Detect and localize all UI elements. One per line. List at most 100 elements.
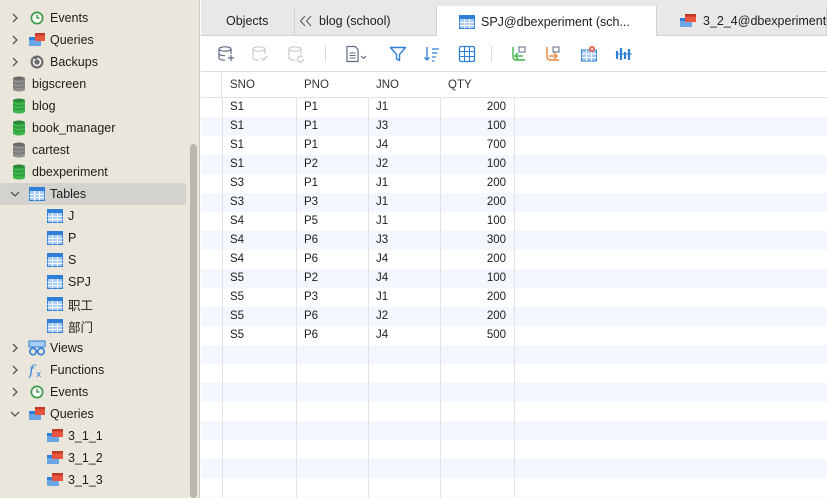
tree-item-events[interactable]: Events: [0, 381, 186, 403]
cell-jno[interactable]: J4: [368, 250, 440, 269]
cell-pno[interactable]: P6: [296, 250, 368, 269]
chart-button[interactable]: [613, 44, 635, 64]
cell-sno[interactable]: S1: [222, 136, 296, 155]
cell-pno[interactable]: P2: [296, 269, 368, 288]
tree-item-events[interactable]: Events: [0, 7, 186, 29]
cell-qty[interactable]: 200: [440, 288, 514, 307]
cell-qty[interactable]: 200: [440, 174, 514, 193]
tree-item--[interactable]: 部门: [0, 315, 186, 337]
tree-item-functions[interactable]: f x Functions: [0, 359, 186, 381]
data-generation-button[interactable]: [578, 44, 600, 64]
tree-item-tables[interactable]: Tables: [0, 183, 186, 205]
filter-button[interactable]: [387, 44, 409, 64]
begin-transaction-button[interactable]: [215, 44, 237, 64]
tree-item-p[interactable]: P: [0, 227, 186, 249]
cell-jno[interactable]: J1: [368, 174, 440, 193]
chevron-down-icon[interactable]: [10, 408, 20, 420]
cell-jno[interactable]: J2: [368, 307, 440, 326]
chevron-down-icon[interactable]: [10, 188, 20, 200]
cell-pno[interactable]: P6: [296, 326, 368, 345]
cell-jno[interactable]: J2: [368, 155, 440, 174]
chevron-right-icon[interactable]: [10, 364, 20, 376]
tree-item-blog[interactable]: blog: [0, 95, 186, 117]
chevron-right-icon[interactable]: [10, 34, 20, 46]
tree-item-cartest[interactable]: cartest: [0, 139, 186, 161]
cell-sno[interactable]: S1: [222, 155, 296, 174]
cell-sno[interactable]: S1: [222, 98, 296, 117]
cell-sno[interactable]: S3: [222, 174, 296, 193]
tree-item-views[interactable]: Views: [0, 337, 186, 359]
cell-qty[interactable]: 100: [440, 269, 514, 288]
cell-qty[interactable]: 100: [440, 155, 514, 174]
tree-item-dbexperiment[interactable]: dbexperiment: [0, 161, 186, 183]
cell-pno[interactable]: P1: [296, 174, 368, 193]
tree-item--[interactable]: 职工: [0, 293, 186, 315]
tree-item-queries[interactable]: Queries: [0, 29, 186, 51]
tree-item-spj[interactable]: SPJ: [0, 271, 186, 293]
cell-qty[interactable]: 100: [440, 117, 514, 136]
cell-sno[interactable]: S4: [222, 250, 296, 269]
tree-item-book_manager[interactable]: book_manager: [0, 117, 186, 139]
chevron-right-icon[interactable]: [10, 56, 20, 68]
cell-sno[interactable]: S5: [222, 288, 296, 307]
chevron-right-icon[interactable]: [10, 12, 20, 24]
cell-jno[interactable]: J4: [368, 136, 440, 155]
tab-query-3-2-4[interactable]: 3_2_4@dbexperiment: [657, 6, 827, 36]
cell-sno[interactable]: S5: [222, 307, 296, 326]
tree-item-3_1_1[interactable]: 3_1_1: [0, 425, 186, 447]
cell-sno[interactable]: S4: [222, 212, 296, 231]
cell-jno[interactable]: J1: [368, 212, 440, 231]
chevron-right-icon[interactable]: [10, 342, 20, 354]
cell-qty[interactable]: 200: [440, 98, 514, 117]
column-header-qty[interactable]: QTY: [440, 72, 514, 98]
sidebar-scroll-thumb[interactable]: [190, 144, 197, 498]
cell-jno[interactable]: J3: [368, 231, 440, 250]
text-view-button[interactable]: [343, 44, 369, 64]
tree-item-backups[interactable]: Backups: [0, 51, 186, 73]
cell-pno[interactable]: P1: [296, 117, 368, 136]
cell-jno[interactable]: J4: [368, 269, 440, 288]
cell-sno[interactable]: S1: [222, 117, 296, 136]
double-chevron-left-icon[interactable]: [299, 15, 313, 27]
column-header-pno[interactable]: PNO: [296, 72, 368, 98]
cell-qty[interactable]: 200: [440, 193, 514, 212]
cell-jno[interactable]: J3: [368, 117, 440, 136]
chevron-right-icon[interactable]: [10, 386, 20, 398]
cell-sno[interactable]: S5: [222, 326, 296, 345]
cell-qty[interactable]: 300: [440, 231, 514, 250]
cell-sno[interactable]: S4: [222, 231, 296, 250]
grid-view-button[interactable]: [456, 44, 478, 64]
tab-objects[interactable]: Objects: [201, 6, 295, 36]
tab-spj-table[interactable]: SPJ@dbexperiment (sch...: [437, 6, 657, 37]
cell-sno[interactable]: S5: [222, 269, 296, 288]
column-header-jno[interactable]: JNO: [368, 72, 440, 98]
cell-jno[interactable]: J4: [368, 326, 440, 345]
cell-qty[interactable]: 200: [440, 250, 514, 269]
row-selector-header[interactable]: [201, 72, 222, 98]
cell-sno[interactable]: S3: [222, 193, 296, 212]
cell-qty[interactable]: 200: [440, 307, 514, 326]
cell-qty[interactable]: 700: [440, 136, 514, 155]
tree-item-j[interactable]: J: [0, 205, 186, 227]
sort-button[interactable]: [421, 44, 443, 64]
cell-qty[interactable]: 100: [440, 212, 514, 231]
tab-blog-school[interactable]: blog (school): [295, 6, 437, 36]
cell-jno[interactable]: J1: [368, 193, 440, 212]
column-header-sno[interactable]: SNO: [222, 72, 296, 98]
import-button[interactable]: [507, 44, 529, 64]
cell-pno[interactable]: P6: [296, 231, 368, 250]
cell-pno[interactable]: P1: [296, 136, 368, 155]
tree-item-3_1_2[interactable]: 3_1_2: [0, 447, 186, 469]
tree-item-3_1_3[interactable]: 3_1_3: [0, 469, 186, 491]
cell-pno[interactable]: P6: [296, 307, 368, 326]
cell-pno[interactable]: P2: [296, 155, 368, 174]
cell-pno[interactable]: P1: [296, 98, 368, 117]
export-button[interactable]: [541, 44, 563, 64]
cell-pno[interactable]: P3: [296, 288, 368, 307]
cell-pno[interactable]: P5: [296, 212, 368, 231]
cell-qty[interactable]: 500: [440, 326, 514, 345]
cell-pno[interactable]: P3: [296, 193, 368, 212]
cell-jno[interactable]: J1: [368, 98, 440, 117]
tree-item-bigscreen[interactable]: bigscreen: [0, 73, 186, 95]
tree-item-s[interactable]: S: [0, 249, 186, 271]
